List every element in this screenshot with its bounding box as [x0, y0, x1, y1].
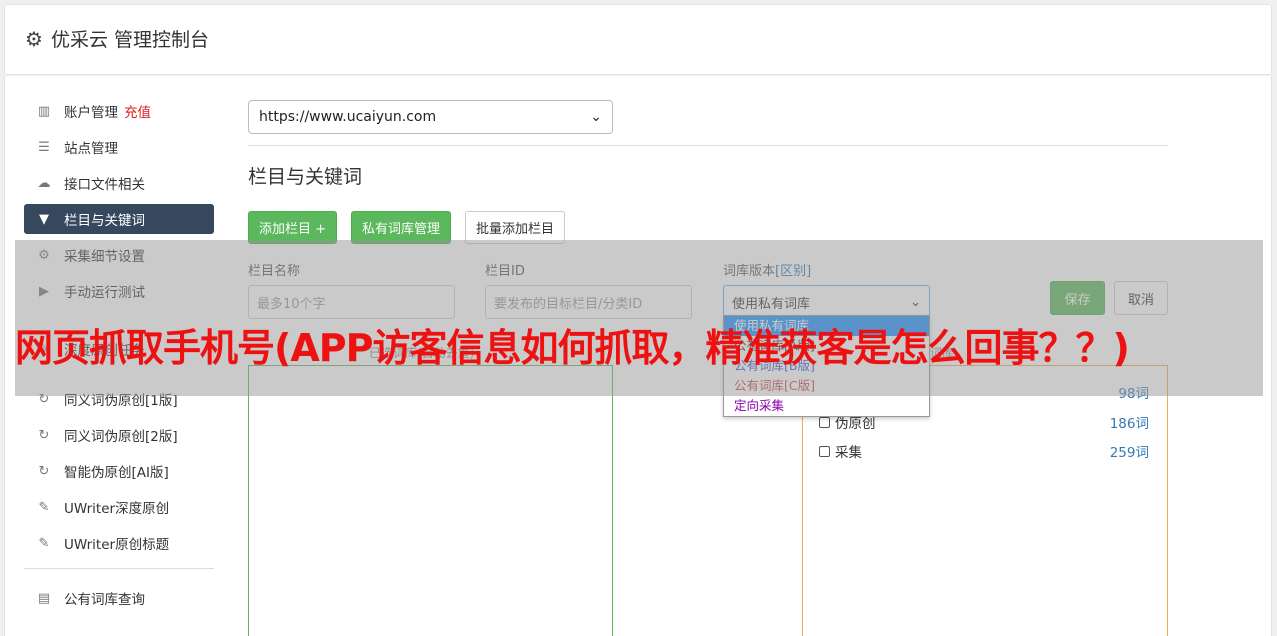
site-select-value: https://www.ucaiyun.com [259, 109, 437, 125]
checkbox[interactable] [819, 416, 830, 428]
overlay-caption: 网页抓取手机号(APP访客信息如何抓取，精准获客是怎么回事？？) [15, 326, 1130, 370]
sidebar-item-interface[interactable]: ☁ 接口文件相关 [24, 168, 214, 198]
sidebar-divider [24, 568, 214, 569]
lib-count: 259词 [1109, 445, 1149, 461]
dropdown-option[interactable]: 定向采集 [724, 396, 929, 416]
sidebar-item-ai[interactable]: ↻ 智能伪原创[AI版] [24, 456, 214, 486]
book-icon: ▤ [37, 590, 51, 606]
main-content: https://www.ucaiyun.com ⌄ 栏目与关键词 添加栏目 + … [248, 100, 1168, 636]
edit-icon: ✎ [38, 499, 50, 515]
chevron-down-icon: ⌄ [590, 109, 602, 125]
sidebar-item-sites[interactable]: ☰ 站点管理 [24, 132, 214, 162]
sidebar-item-label: UWriter原创标题 [64, 537, 170, 553]
lib-checkbox-row[interactable]: 采集 259词 [819, 441, 1149, 461]
sidebar-item-synonym-2[interactable]: ↻ 同义词伪原创[2版] [24, 420, 214, 450]
refresh-icon: ↻ [38, 427, 50, 443]
sidebar-item-label: 接口文件相关 [64, 177, 145, 193]
divider [248, 145, 1168, 146]
section-title: 栏目与关键词 [248, 166, 363, 188]
app-header: ⚙ 优采云 管理控制台 [4, 4, 1272, 75]
sidebar-item-label: 站点管理 [64, 141, 118, 157]
sidebar-item-label: 同义词伪原创[2版] [64, 429, 178, 445]
sidebar-item-label: 账户管理 [64, 105, 118, 121]
cloud-upload-icon: ☁ [37, 175, 51, 191]
selected-lib-box[interactable]: 已选词库(自动去重) [248, 346, 613, 636]
gear-icon: ⚙ [25, 26, 43, 51]
filter-icon: ▼ [39, 211, 49, 227]
site-select[interactable]: https://www.ucaiyun.com ⌄ [248, 100, 613, 134]
bar-chart-icon: ▥ [37, 103, 51, 119]
sidebar-item-public-lib[interactable]: ▤ 公有词库查询 [24, 583, 214, 613]
edit-icon: ✎ [38, 535, 50, 551]
overlay-band [15, 240, 1263, 396]
recharge-link[interactable]: 充值 [124, 101, 151, 121]
server-icon: ☰ [38, 139, 50, 155]
refresh-icon: ↻ [38, 463, 50, 479]
sidebar-item-label: 公有词库查询 [64, 592, 145, 608]
brand[interactable]: ⚙ 优采云 管理控制台 [25, 25, 209, 52]
lib-count: 186词 [1109, 416, 1149, 432]
sidebar-item-uwriter-title[interactable]: ✎ UWriter原创标题 [24, 528, 214, 558]
sidebar-item-uwriter-deep[interactable]: ✎ UWriter深度原创 [24, 492, 214, 522]
sidebar-item-label: 栏目与关键词 [64, 213, 145, 229]
app-title: 优采云 管理控制台 [50, 29, 209, 51]
sidebar-item-label: 智能伪原创[AI版] [64, 465, 169, 481]
checkbox[interactable] [819, 445, 830, 457]
sidebar-item-account[interactable]: ▥ 账户管理 充值 [24, 96, 214, 126]
sidebar-item-label: UWriter深度原创 [64, 501, 170, 517]
sidebar-item-columns[interactable]: ▼ 栏目与关键词 [24, 204, 214, 234]
lib-checkbox-label: 采集 [835, 445, 862, 461]
